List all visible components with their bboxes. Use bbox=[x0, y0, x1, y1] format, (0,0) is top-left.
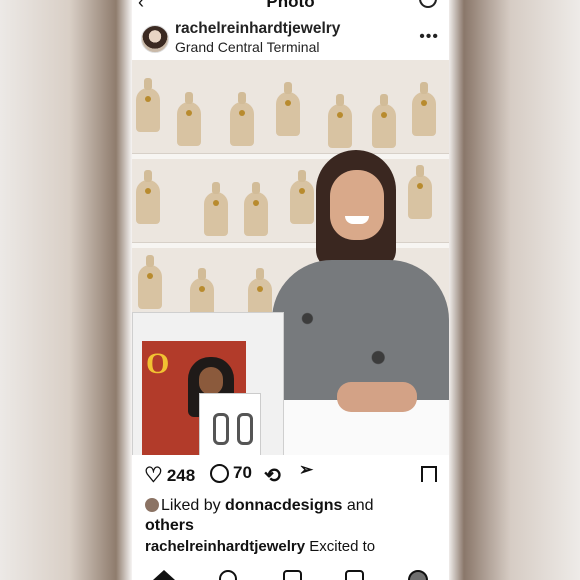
post-caption: rachelreinhardtjewelry Excited to bbox=[145, 538, 445, 555]
cover-face bbox=[199, 367, 223, 395]
jewelry-bust bbox=[136, 170, 160, 224]
liked-by-others[interactable]: others bbox=[145, 517, 194, 534]
top-bar: ‹ Photo bbox=[132, 0, 449, 14]
reels-icon[interactable] bbox=[345, 570, 364, 580]
home-icon[interactable] bbox=[153, 570, 175, 580]
jewelry-bust bbox=[412, 82, 436, 136]
post-username[interactable]: rachelreinhardtjewelry bbox=[175, 20, 340, 38]
bottom-tab-bar bbox=[132, 567, 449, 580]
jewelry-bust bbox=[136, 78, 160, 132]
earring bbox=[213, 413, 229, 445]
magazine-logo: O bbox=[146, 347, 170, 380]
repost-group[interactable]: ⟲ bbox=[264, 463, 281, 488]
face bbox=[330, 170, 384, 240]
heart-icon[interactable]: ♡ bbox=[144, 463, 163, 488]
jewelry-bust bbox=[230, 92, 254, 146]
liked-by-and: and bbox=[342, 497, 374, 514]
share-group[interactable] bbox=[299, 460, 315, 481]
liker-avatar[interactable] bbox=[145, 498, 159, 512]
jewelry-bust bbox=[244, 182, 268, 236]
jewelry-bust bbox=[138, 255, 162, 309]
jewelry-bust bbox=[204, 182, 228, 236]
caption-username[interactable]: rachelreinhardtjewelry bbox=[145, 538, 305, 555]
liked-by-prefix: Liked by bbox=[161, 497, 226, 514]
create-icon[interactable] bbox=[283, 570, 302, 580]
profile-icon[interactable] bbox=[408, 570, 428, 580]
instagram-post-screen: ‹ Photo rachelreinhardtjewelry Grand Cen… bbox=[132, 0, 449, 580]
hands bbox=[337, 382, 417, 412]
search-icon[interactable] bbox=[219, 570, 237, 580]
share-icon[interactable] bbox=[299, 460, 315, 481]
action-bar: ♡ 248 70 ⟲ bbox=[132, 458, 449, 492]
framed-magazine: O bbox=[132, 312, 284, 455]
like-group[interactable]: ♡ 248 bbox=[144, 463, 195, 488]
comments-count[interactable]: 70 bbox=[233, 463, 252, 483]
page-title: Photo bbox=[266, 0, 315, 11]
comment-icon[interactable] bbox=[210, 463, 229, 483]
repost-icon[interactable]: ⟲ bbox=[264, 463, 281, 488]
comment-group[interactable]: 70 bbox=[210, 463, 252, 483]
likes-count[interactable]: 248 bbox=[167, 466, 195, 486]
jewelry-bust bbox=[328, 94, 352, 148]
caption-text: Excited to bbox=[305, 538, 376, 555]
jewelry-bust bbox=[372, 94, 396, 148]
avatar[interactable] bbox=[141, 25, 169, 53]
jewelry-bust bbox=[276, 82, 300, 136]
post-location[interactable]: Grand Central Terminal bbox=[175, 39, 319, 55]
liker-username[interactable]: donnacdesigns bbox=[225, 497, 342, 514]
bookmark-icon[interactable] bbox=[421, 466, 437, 487]
more-icon[interactable]: ••• bbox=[419, 28, 439, 46]
liked-by: Liked by donnacdesigns and others bbox=[145, 496, 440, 536]
jewelry-bust bbox=[177, 92, 201, 146]
post-photo[interactable]: O bbox=[132, 60, 449, 455]
earring bbox=[237, 413, 253, 445]
post-header: rachelreinhardtjewelry Grand Central Ter… bbox=[132, 18, 449, 60]
